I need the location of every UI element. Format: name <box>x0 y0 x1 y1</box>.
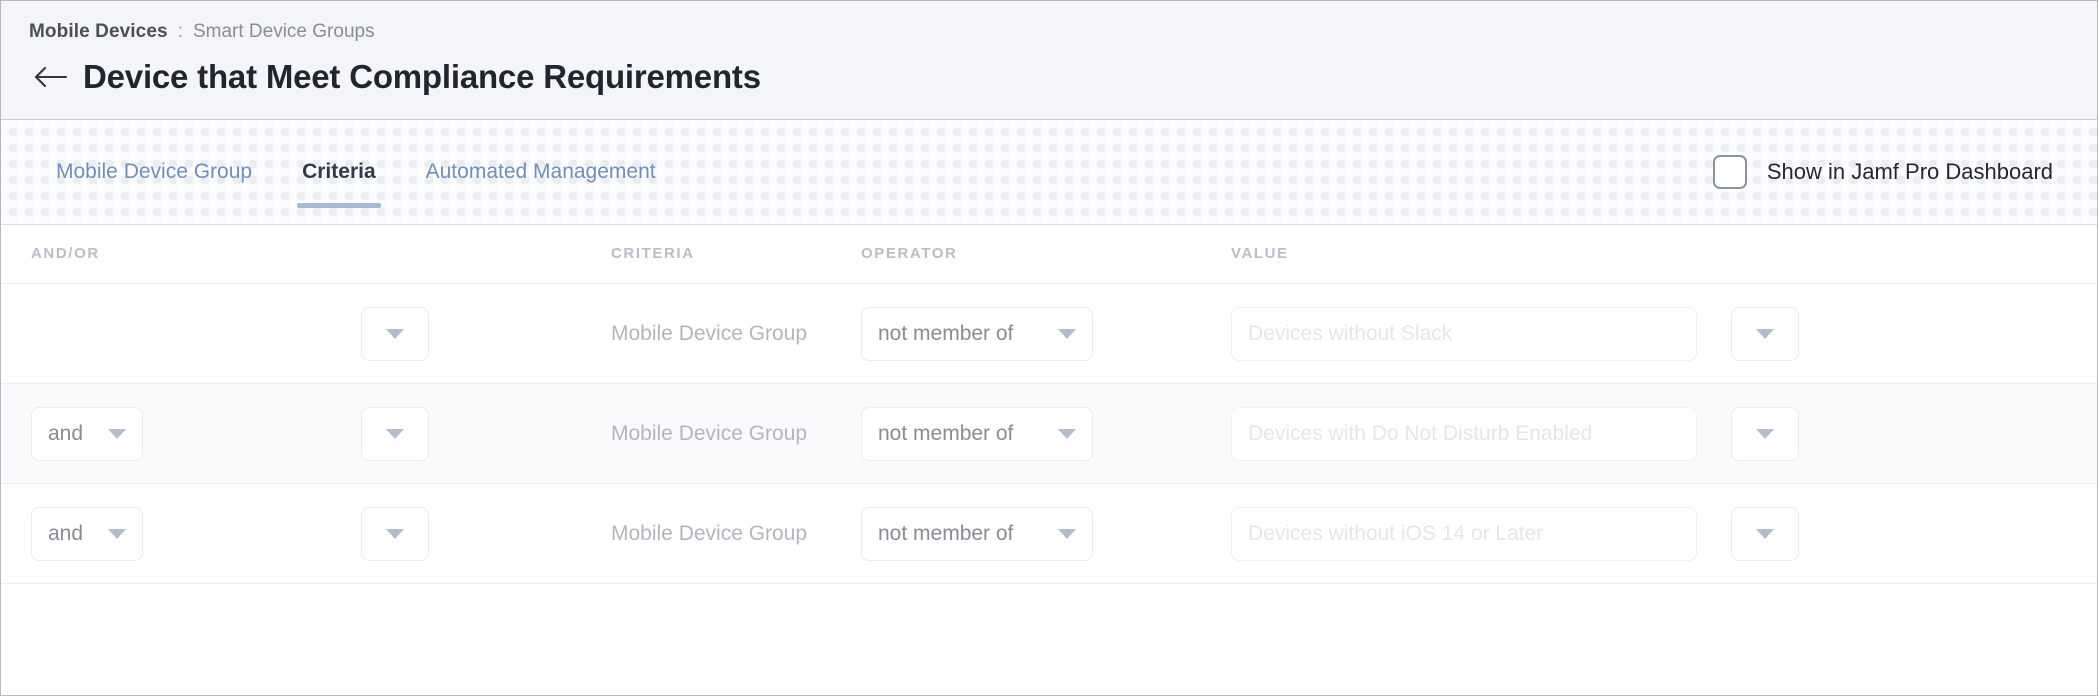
operator-dropdown[interactable]: not member of <box>861 506 1093 561</box>
row-extra-cell <box>1731 406 1891 461</box>
criteria-picker-dropdown[interactable] <box>361 406 429 461</box>
column-header-value: VALUE <box>1231 245 1289 262</box>
chevron-down-icon <box>1058 328 1076 339</box>
criteria-table: AND/OR CRITERIA OPERATOR VALUE Mobile De… <box>1 225 2097 661</box>
operator-dropdown[interactable]: not member of <box>861 306 1093 361</box>
chevron-down-icon <box>1756 428 1774 439</box>
chevron-down-icon <box>108 428 126 439</box>
value-text: Devices with Do Not Disturb Enabled <box>1248 421 1593 445</box>
row-select-cell <box>361 306 611 361</box>
operator-value: not member of <box>878 321 1014 345</box>
title-row: Device that Meet Compliance Requirements <box>1 57 2097 97</box>
criteria-picker-dropdown[interactable] <box>361 306 429 361</box>
table-row: Mobile Device Group not member of Device… <box>1 283 2097 383</box>
chevron-down-icon <box>108 528 126 539</box>
row-extra-cell <box>1731 506 1891 561</box>
criteria-table-header-row: AND/OR CRITERIA OPERATOR VALUE <box>1 225 2097 283</box>
tab-criteria[interactable]: Criteria <box>277 120 401 224</box>
criteria-picker-dropdown[interactable] <box>361 506 429 561</box>
chevron-down-icon <box>1756 528 1774 539</box>
operator-value: not member of <box>878 521 1014 545</box>
tab-label: Automated Management <box>425 160 656 183</box>
row-select-cell <box>361 506 611 561</box>
arrow-left-icon[interactable] <box>31 57 71 97</box>
column-header-operator: OPERATOR <box>861 245 958 262</box>
column-header-operator-cell: OPERATOR <box>861 245 1231 263</box>
row-value-cell: Devices without iOS 14 or Later <box>1231 506 1731 561</box>
chevron-down-icon <box>386 428 404 439</box>
chevron-down-icon <box>386 328 404 339</box>
criteria-label: Mobile Device Group <box>611 421 808 445</box>
breadcrumb-parent-link[interactable]: Mobile Devices <box>29 19 168 45</box>
row-operator-cell: not member of <box>861 506 1231 561</box>
row-andor-cell: and <box>1 406 361 461</box>
operator-value: not member of <box>878 421 1014 445</box>
chevron-down-icon <box>1756 328 1774 339</box>
tab-label: Mobile Device Group <box>56 160 253 183</box>
value-input[interactable]: Devices without Slack <box>1231 306 1697 361</box>
show-in-dashboard-checkbox[interactable] <box>1712 155 1747 189</box>
page-title: Device that Meet Compliance Requirements <box>83 58 761 95</box>
column-header-value-cell: VALUE <box>1231 245 1731 263</box>
row-options-dropdown[interactable] <box>1731 306 1799 361</box>
table-row: and Mobile Device Group not member of De… <box>1 383 2097 483</box>
column-header-andor: AND/OR <box>31 245 100 262</box>
andor-value: and <box>48 421 84 445</box>
breadcrumb-separator: : <box>177 21 183 42</box>
row-options-dropdown[interactable] <box>1731 406 1799 461</box>
criteria-label: Mobile Device Group <box>611 321 808 345</box>
row-select-cell <box>361 406 611 461</box>
column-header-andor-cell: AND/OR <box>1 245 361 263</box>
row-value-cell: Devices with Do Not Disturb Enabled <box>1231 406 1731 461</box>
row-options-dropdown[interactable] <box>1731 506 1799 561</box>
value-text: Devices without Slack <box>1248 321 1453 345</box>
tab-list: Mobile Device Group Criteria Automated M… <box>1 120 681 224</box>
tab-bar: Mobile Device Group Criteria Automated M… <box>1 120 2097 225</box>
chevron-down-icon <box>1058 428 1076 439</box>
andor-dropdown[interactable]: and <box>31 406 143 461</box>
row-value-cell: Devices without Slack <box>1231 306 1731 361</box>
operator-dropdown[interactable]: not member of <box>861 406 1093 461</box>
column-header-criteria: CRITERIA <box>611 245 695 262</box>
criteria-label: Mobile Device Group <box>611 521 808 545</box>
andor-value: and <box>48 521 84 545</box>
table-row: and Mobile Device Group not member of De… <box>1 483 2097 583</box>
tab-label: Criteria <box>302 160 376 183</box>
page-header: Mobile Devices : Smart Device Groups Dev… <box>1 1 2097 120</box>
jamf-pro-window: Mobile Devices : Smart Device Groups Dev… <box>0 0 2098 696</box>
tab-automated-management[interactable]: Automated Management <box>401 120 681 224</box>
show-in-dashboard-label: Show in Jamf Pro Dashboard <box>1766 159 2053 184</box>
breadcrumb-current-link[interactable]: Smart Device Groups <box>193 19 375 45</box>
chevron-down-icon <box>1058 528 1076 539</box>
table-footer-area <box>1 583 2097 661</box>
row-criteria-cell: Mobile Device Group <box>611 321 861 347</box>
row-andor-cell: and <box>1 506 361 561</box>
andor-dropdown[interactable]: and <box>31 506 143 561</box>
value-input[interactable]: Devices with Do Not Disturb Enabled <box>1231 406 1697 461</box>
row-criteria-cell: Mobile Device Group <box>611 421 861 447</box>
show-in-dashboard-checkbox-group[interactable]: Show in Jamf Pro Dashboard <box>1712 155 2053 189</box>
row-criteria-cell: Mobile Device Group <box>611 521 861 547</box>
value-input[interactable]: Devices without iOS 14 or Later <box>1231 506 1697 561</box>
breadcrumb: Mobile Devices : Smart Device Groups <box>1 19 2097 45</box>
column-header-criteria-cell: CRITERIA <box>611 245 861 263</box>
tab-mobile-device-group[interactable]: Mobile Device Group <box>31 120 277 224</box>
row-operator-cell: not member of <box>861 406 1231 461</box>
row-operator-cell: not member of <box>861 306 1231 361</box>
row-extra-cell <box>1731 306 1891 361</box>
chevron-down-icon <box>386 528 404 539</box>
value-text: Devices without iOS 14 or Later <box>1248 521 1544 545</box>
